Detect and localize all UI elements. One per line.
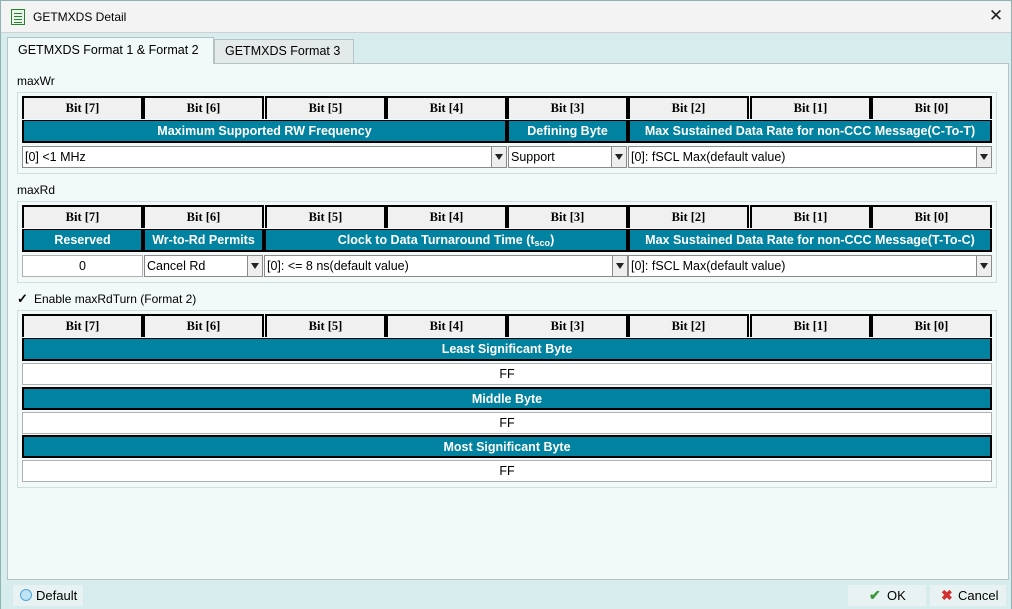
middle-byte-field[interactable]: FF <box>22 412 992 434</box>
maxrdturn-bit-6-cell: Bit [6] <box>143 314 264 337</box>
turnaround-header-subscript: sco <box>534 238 551 248</box>
close-icon[interactable]: ✕ <box>981 1 1011 32</box>
cancel-button-label: Cancel <box>958 588 999 603</box>
maxrd-bit-6-cell: Bit [6] <box>143 205 264 228</box>
maxrdturn-bit-4-cell: Bit [4] <box>386 314 507 337</box>
maxrd-header-turnaround: Clock to Data Turnaround Time (tsco) <box>264 229 628 252</box>
maxwr-bit-0-cell: Bit [0] <box>871 96 992 119</box>
default-button-label: Default <box>36 588 78 603</box>
ok-button[interactable]: ✔ OK <box>848 585 926 606</box>
ok-check-icon: ✔ <box>869 587 881 603</box>
maxrd-header-wr-to-rd: Wr-to-Rd Permits <box>143 229 264 252</box>
chevron-down-icon[interactable] <box>247 256 262 276</box>
maxrd-header-reserved: Reserved <box>22 229 143 252</box>
maxrd-turnaround-value: [0]: <= 8 ns(default value) <box>267 259 409 273</box>
maxwr-defining-byte-value: Support <box>511 150 555 164</box>
maxrdturn-bit-2-cell: Bit [2] <box>628 314 749 337</box>
maxwr-bit-2-cell: Bit [2] <box>628 96 749 119</box>
chevron-down-icon[interactable] <box>612 256 627 276</box>
maxwr-header-rw-frequency: Maximum Supported RW Frequency <box>22 120 507 143</box>
lsb-field[interactable]: FF <box>22 363 992 385</box>
maxwr-bit-3-cell: Bit [3] <box>507 96 628 119</box>
maxwr-bit-1-cell: Bit [1] <box>750 96 871 119</box>
maxrd-bit-0-cell: Bit [0] <box>871 205 992 228</box>
maxrdturn-bit-5-cell: Bit [5] <box>265 314 386 337</box>
maxwr-header-defining-byte: Defining Byte <box>507 120 628 143</box>
maxwr-bit-7-cell: Bit [7] <box>22 96 143 119</box>
default-button[interactable]: Default <box>13 585 83 606</box>
chevron-down-icon[interactable] <box>491 147 506 167</box>
maxrd-max-rate-ttoc-select[interactable]: [0]: fSCL Max(default value) <box>628 255 992 277</box>
maxrd-reserved-field[interactable]: 0 <box>22 255 143 277</box>
maxwr-bit-6-cell: Bit [6] <box>143 96 264 119</box>
title-bar: GETMXDS Detail ✕ <box>1 1 1011 33</box>
middle-byte-header: Middle Byte <box>22 387 992 410</box>
msb-field[interactable]: FF <box>22 460 992 482</box>
maxrd-label: maxRd <box>17 183 56 197</box>
maxwr-bit-4-cell: Bit [4] <box>386 96 507 119</box>
tab-format-3[interactable]: GETMXDS Format 3 <box>214 39 354 64</box>
cancel-x-icon: ✖ <box>941 587 953 603</box>
maxwr-max-rate-ctot-select[interactable]: [0]: fSCL Max(default value) <box>628 146 992 168</box>
lsb-header: Least Significant Byte <box>22 338 992 361</box>
maxrd-turnaround-select[interactable]: [0]: <= 8 ns(default value) <box>264 255 628 277</box>
ok-button-label: OK <box>887 588 906 603</box>
maxrdturn-bit-7-cell: Bit [7] <box>22 314 143 337</box>
chevron-down-icon[interactable] <box>976 256 991 276</box>
maxwr-bit-5-cell: Bit [5] <box>265 96 386 119</box>
msb-header: Most Significant Byte <box>22 435 992 458</box>
maxwr-rw-frequency-select[interactable]: [0] <1 MHz <box>22 146 507 168</box>
cancel-button[interactable]: ✖ Cancel <box>930 585 1006 606</box>
getmxds-detail-window: GETMXDS Detail ✕ GETMXDS Format 1 & Form… <box>0 0 1012 609</box>
maxwr-max-rate-ctot-value: [0]: fSCL Max(default value) <box>631 150 786 164</box>
checkmark-icon[interactable]: ✓ <box>17 292 30 306</box>
tab-format-1-2[interactable]: GETMXDS Format 1 & Format 2 <box>7 37 214 64</box>
maxrd-wr-to-rd-value: Cancel Rd <box>147 259 206 273</box>
maxwr-defining-byte-select[interactable]: Support <box>508 146 627 168</box>
maxrd-bit-4-cell: Bit [4] <box>386 205 507 228</box>
maxrd-max-rate-ttoc-value: [0]: fSCL Max(default value) <box>631 259 786 273</box>
footer-bar: Default ✔ OK ✖ Cancel <box>1 583 1011 609</box>
maxrdturn-bit-3-cell: Bit [3] <box>507 314 628 337</box>
maxrd-bit-2-cell: Bit [2] <box>628 205 749 228</box>
maxrdturn-bit-0-cell: Bit [0] <box>871 314 992 337</box>
maxwr-rw-frequency-value: [0] <1 MHz <box>25 150 86 164</box>
document-icon <box>11 9 25 25</box>
maxrd-wr-to-rd-select[interactable]: Cancel Rd <box>144 255 263 277</box>
window-title: GETMXDS Detail <box>33 10 127 24</box>
maxrd-bit-7-cell: Bit [7] <box>22 205 143 228</box>
enable-maxrdturn-label: Enable maxRdTurn (Format 2) <box>34 292 197 306</box>
maxwr-header-max-rate-ctot: Max Sustained Data Rate for non-CCC Mess… <box>628 120 992 143</box>
maxrd-bit-1-cell: Bit [1] <box>750 205 871 228</box>
turnaround-header-text: Clock to Data Turnaround Time (t <box>337 233 535 247</box>
maxrd-header-max-rate-ttoc: Max Sustained Data Rate for non-CCC Mess… <box>628 229 992 252</box>
turnaround-header-close: ) <box>550 233 555 247</box>
circle-icon <box>20 589 32 601</box>
maxwr-label: maxWr <box>17 74 55 88</box>
maxrd-bit-5-cell: Bit [5] <box>265 205 386 228</box>
chevron-down-icon[interactable] <box>976 147 991 167</box>
chevron-down-icon[interactable] <box>611 147 626 167</box>
maxrd-bit-3-cell: Bit [3] <box>507 205 628 228</box>
maxrdturn-bit-1-cell: Bit [1] <box>750 314 871 337</box>
